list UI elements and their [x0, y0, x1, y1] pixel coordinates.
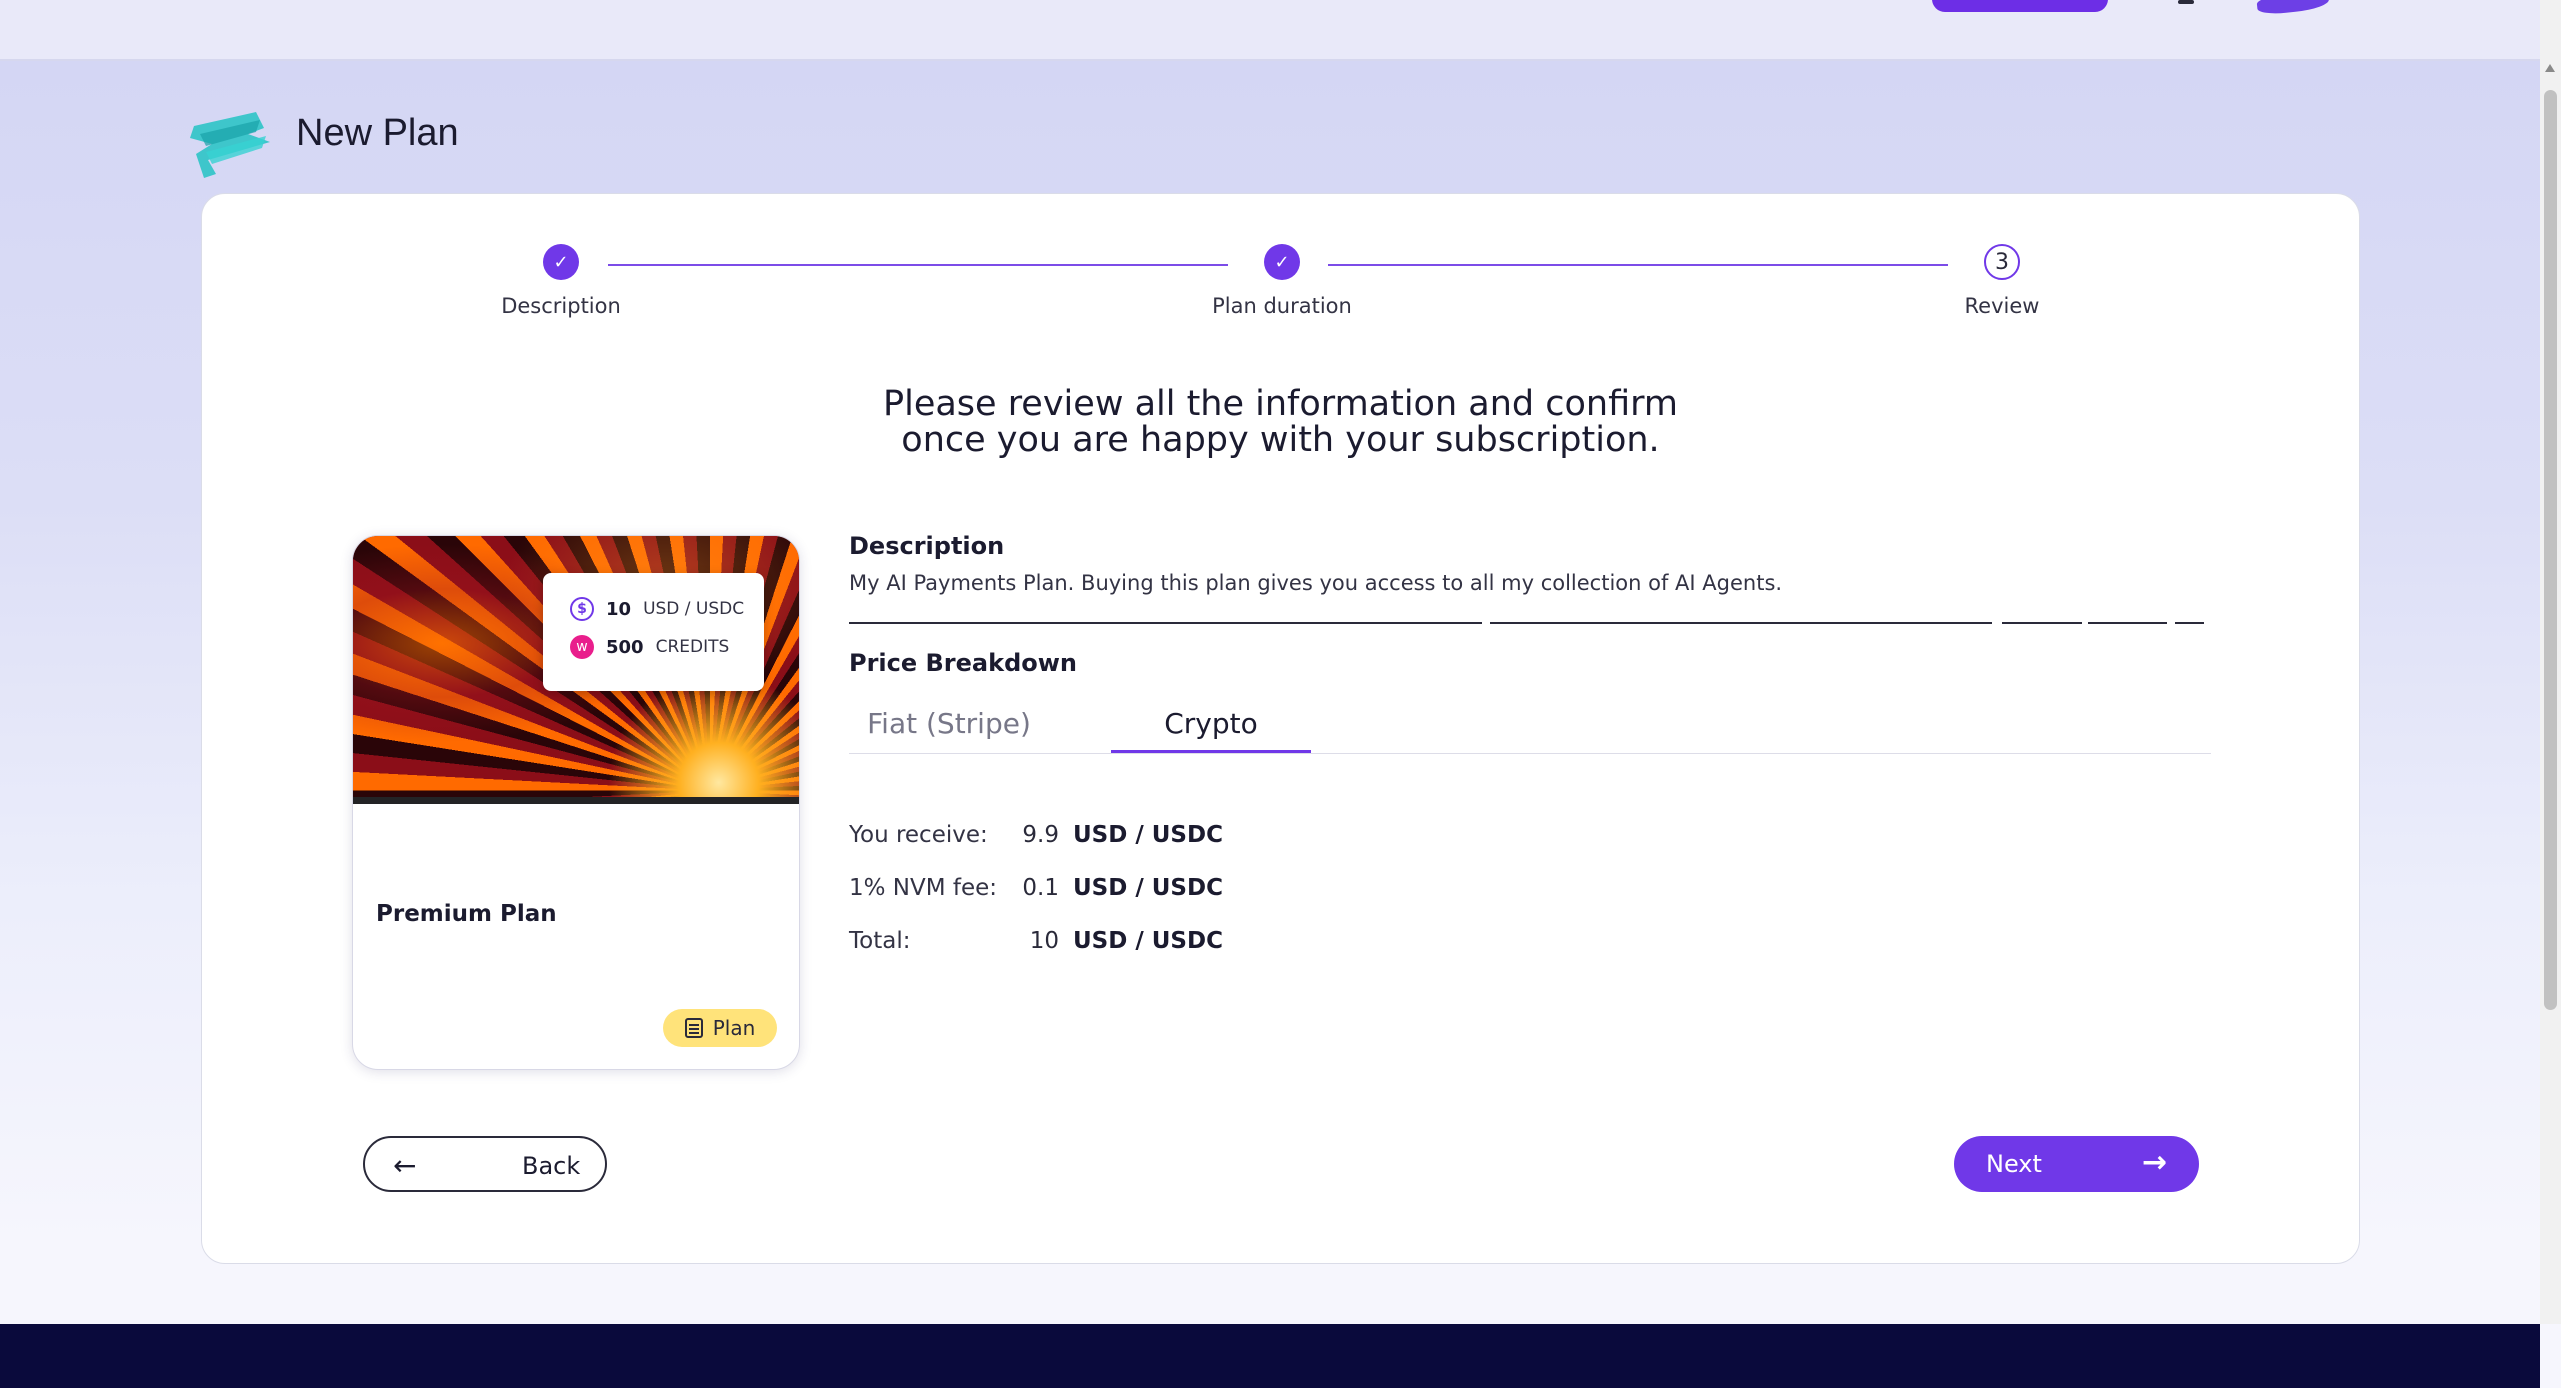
step-label: Review	[1964, 294, 2040, 318]
plan-image: $ 10 USD / USDC w 500 CREDITS	[353, 536, 799, 804]
dollar-coin-icon: $	[570, 597, 594, 621]
scroll-up-icon[interactable]	[2545, 64, 2555, 72]
price-breakdown-title: Price Breakdown	[849, 649, 1077, 677]
new-plan-card: ✓ Description ✓ Plan duration 3 Review P…	[201, 193, 2360, 1264]
credits-icon: w	[570, 635, 594, 659]
step-review[interactable]: 3 Review	[1852, 244, 2152, 318]
check-icon: ✓	[1264, 244, 1300, 280]
description-title: Description	[849, 532, 1005, 560]
next-button[interactable]: Next →	[1954, 1136, 2199, 1192]
arrow-left-icon: ←	[393, 1149, 417, 1182]
price-row: $ 10 USD / USDC	[570, 597, 744, 621]
review-heading: Please review all the information and co…	[882, 384, 1679, 460]
nav-menu-glyph	[2178, 0, 2194, 4]
page-scrollbar[interactable]	[2540, 0, 2561, 1324]
scrollbar-thumb[interactable]	[2544, 90, 2557, 1010]
user-avatar-icon[interactable]	[2256, 0, 2330, 16]
step-label: Plan duration	[1212, 294, 1352, 318]
page-title: New Plan	[296, 112, 459, 154]
credits-row: w 500 CREDITS	[570, 635, 729, 659]
tab-crypto[interactable]: Crypto	[1111, 704, 1311, 753]
plan-preview-card[interactable]: $ 10 USD / USDC w 500 CREDITS Premium Pl…	[352, 535, 800, 1070]
step-description[interactable]: ✓ Description	[411, 244, 711, 318]
check-icon: ✓	[543, 244, 579, 280]
page-footer	[0, 1324, 2540, 1388]
step-number: 3	[1984, 244, 2020, 280]
description-text: My AI Payments Plan. Buying this plan gi…	[849, 571, 1783, 595]
step-plan-duration[interactable]: ✓ Plan duration	[1132, 244, 1432, 318]
plan-type-badge: Plan	[663, 1009, 777, 1047]
plan-price-box: $ 10 USD / USDC w 500 CREDITS	[543, 573, 764, 691]
step-label: Description	[501, 294, 621, 318]
tab-fiat-stripe[interactable]: Fiat (Stripe)	[849, 704, 1049, 753]
plan-brush-icon	[190, 112, 270, 178]
payment-tabs: Fiat (Stripe) Crypto	[849, 704, 2211, 754]
back-button[interactable]: ← Back	[363, 1136, 607, 1192]
plan-name: Premium Plan	[376, 901, 557, 927]
nav-action-button[interactable]	[1932, 0, 2108, 12]
arrow-right-icon: →	[2142, 1145, 2168, 1180]
document-list-icon	[684, 1018, 703, 1038]
top-navbar	[0, 0, 2540, 61]
